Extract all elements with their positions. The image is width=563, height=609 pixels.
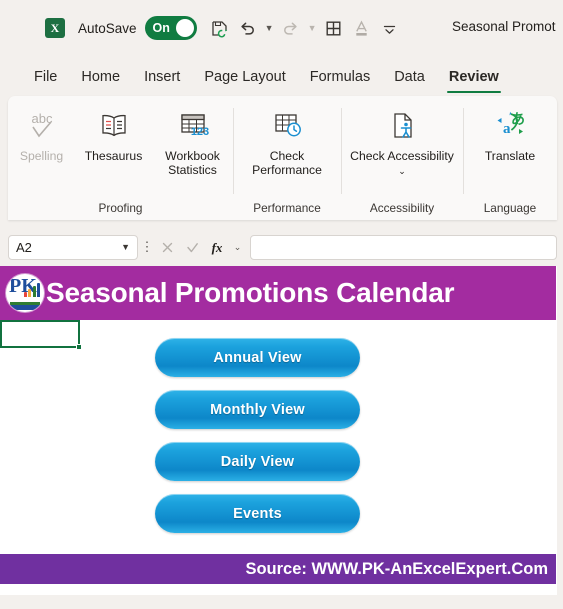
pk-an-excel-expert-logo: PK: [6, 274, 44, 312]
svg-text:fx: fx: [211, 240, 222, 255]
formula-bar-expand-icon[interactable]: ⌄: [231, 233, 244, 261]
source-label: Source: WWW.PK-AnExcelExpert.Com: [245, 559, 548, 578]
selected-cell-a2[interactable]: [0, 320, 82, 350]
quick-access-toolbar: ▼ ▼: [207, 14, 403, 42]
svg-text:a: a: [503, 121, 511, 137]
formula-bar-options-icon[interactable]: ⋮: [138, 240, 156, 253]
ribbon-button-label: Check Performance: [252, 149, 322, 178]
insert-function-fx-icon[interactable]: fx: [206, 235, 228, 259]
excel-icon: X: [45, 18, 65, 38]
ribbon-tabs: File Home Insert Page Layout Formulas Da…: [0, 58, 563, 96]
ribbon: abc Spelling Thesaurus 123 Workbook Stat…: [8, 96, 557, 220]
check-performance-clock-icon: [268, 103, 306, 149]
document-title: Seasonal Promot: [452, 19, 556, 34]
monthly-view-button[interactable]: Monthly View: [155, 390, 360, 429]
undo-dropdown-icon[interactable]: ▼: [263, 14, 276, 42]
spelling-abc-check-icon: abc: [24, 103, 60, 149]
autosave-toggle[interactable]: On: [144, 16, 197, 40]
enter-check-icon[interactable]: [181, 235, 203, 259]
ribbon-button-label: Thesaurus: [84, 149, 143, 163]
undo-icon[interactable]: [235, 14, 261, 42]
chevron-down-icon[interactable]: ⌄: [398, 166, 406, 176]
logo-bar-chart-icon: [23, 283, 40, 297]
tab-file[interactable]: File: [22, 60, 69, 94]
cancel-x-icon[interactable]: [156, 235, 178, 259]
formula-bar-actions: fx ⌄: [156, 233, 244, 261]
name-box-value: A2: [16, 239, 32, 255]
ribbon-group-name: Accessibility: [369, 201, 435, 215]
svg-text:あ: あ: [511, 112, 525, 128]
customize-quick-access-toolbar-icon[interactable]: [377, 14, 403, 42]
ribbon-group-language: a あ Translate Language: [463, 96, 557, 220]
redo-dropdown-icon: ▼: [307, 23, 317, 33]
ribbon-button-label: Spelling: [19, 149, 64, 163]
formula-input[interactable]: [250, 234, 557, 260]
tab-formulas[interactable]: Formulas: [298, 60, 382, 94]
excel-window: X AutoSave On ▼ ▼ Seasonal Promot File H…: [0, 0, 563, 609]
name-box-dropdown-icon[interactable]: ▼: [121, 242, 130, 252]
dashboard-header-banner: PK Seasonal Promotions Calendar: [0, 266, 556, 320]
svg-text:123: 123: [190, 126, 208, 138]
ribbon-button-workbook-statistics[interactable]: 123 Workbook Statistics: [150, 103, 236, 178]
ribbon-group-performance: Check Performance Performance: [233, 96, 341, 220]
ribbon-group-accessibility: Check Accessibility ⌄ Accessibility: [341, 96, 463, 220]
redo-icon: [278, 14, 304, 42]
font-color-icon[interactable]: [349, 14, 375, 42]
annual-view-button[interactable]: Annual View: [155, 338, 360, 377]
ribbon-group-proofing: abc Spelling Thesaurus 123 Workbook Stat…: [8, 96, 233, 220]
ribbon-button-translate[interactable]: a あ Translate: [474, 103, 546, 163]
worksheet-canvas[interactable]: PK Seasonal Promotions Calendar Annual V: [0, 266, 557, 595]
tab-data[interactable]: Data: [382, 60, 437, 94]
ribbon-button-label: Check Accessibility ⌄: [349, 149, 455, 178]
ribbon-group-name: Performance: [253, 201, 321, 215]
autosave-state-label: On: [152, 21, 170, 35]
dashboard-title: Seasonal Promotions Calendar: [46, 277, 455, 308]
logo-tagline-bar: [9, 305, 41, 310]
ribbon-button-label: Workbook Statistics: [165, 149, 220, 178]
check-accessibility-person-icon: [383, 103, 421, 149]
workbook-statistics-123-icon: 123: [175, 103, 211, 149]
formula-bar-row: A2 ▼ ⋮ fx ⌄: [0, 228, 563, 266]
ribbon-button-thesaurus[interactable]: Thesaurus: [78, 103, 150, 163]
name-box[interactable]: A2 ▼: [8, 234, 138, 260]
ribbon-button-check-accessibility[interactable]: Check Accessibility ⌄: [347, 103, 457, 178]
thesaurus-book-icon: [96, 103, 132, 149]
tab-insert[interactable]: Insert: [132, 60, 192, 94]
title-bar: X AutoSave On ▼ ▼ Seasonal Promot: [0, 0, 563, 56]
tab-review[interactable]: Review: [437, 60, 511, 94]
worksheet-area: PK Seasonal Promotions Calendar Annual V: [0, 266, 563, 609]
autosave-toggle-knob: [175, 19, 194, 37]
autosave-label: AutoSave: [78, 20, 137, 36]
ribbon-button-label: Translate: [484, 149, 536, 163]
save-icon[interactable]: [207, 14, 233, 42]
tab-page-layout[interactable]: Page Layout: [192, 60, 297, 94]
ribbon-button-label-text: Check Accessibility: [350, 149, 454, 163]
ribbon-group-name: Language: [483, 201, 537, 215]
navigation-buttons: Annual View Monthly View Daily View Even…: [155, 338, 360, 533]
excel-icon-letter: X: [50, 20, 60, 35]
ribbon-button-spelling[interactable]: abc Spelling: [6, 103, 78, 163]
tab-home[interactable]: Home: [69, 60, 132, 94]
daily-view-button[interactable]: Daily View: [155, 442, 360, 481]
fill-handle[interactable]: [76, 344, 82, 350]
dashboard-footer: Source: WWW.PK-AnExcelExpert.Com: [0, 554, 556, 584]
ribbon-button-check-performance[interactable]: Check Performance: [244, 103, 330, 178]
borders-icon[interactable]: [321, 14, 347, 42]
events-button[interactable]: Events: [155, 494, 360, 533]
ribbon-group-name: Proofing: [98, 201, 143, 215]
translate-icon: a あ: [491, 103, 529, 149]
